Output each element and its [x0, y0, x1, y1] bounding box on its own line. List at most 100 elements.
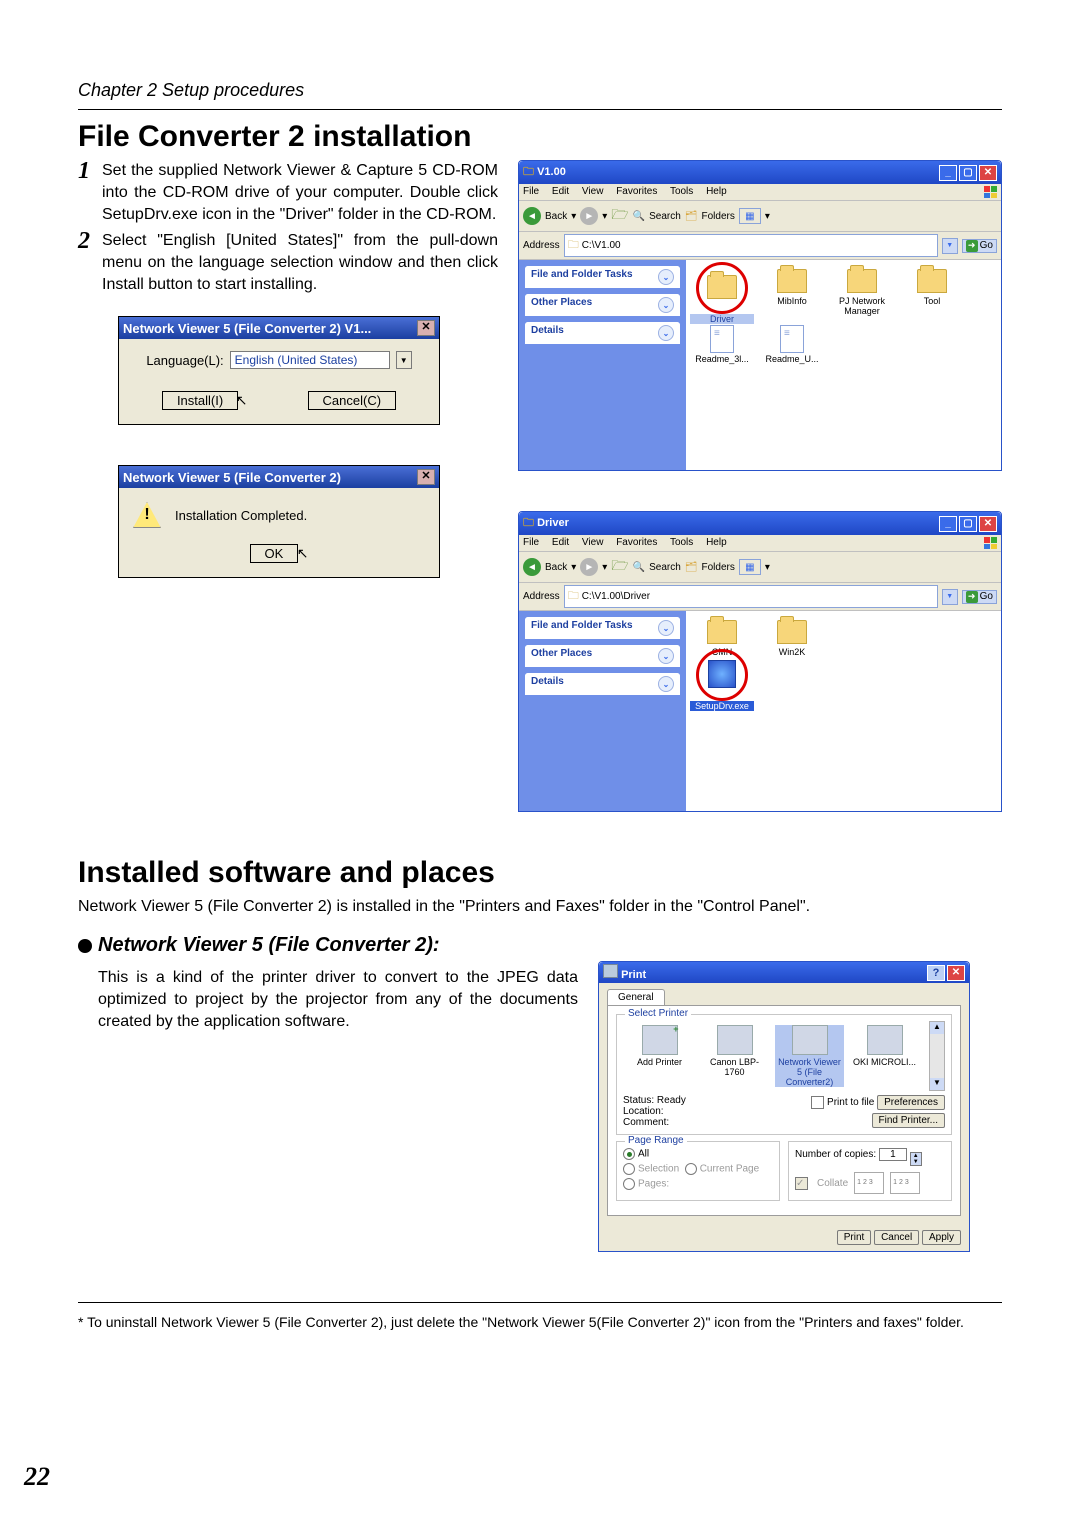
tab-general[interactable]: General: [607, 989, 665, 1005]
file-setupdrv[interactable]: SetupDrv.exe: [690, 655, 754, 711]
folder-driver[interactable]: Driver: [690, 268, 754, 324]
menu-file[interactable]: File: [523, 186, 539, 197]
menu-view[interactable]: View: [582, 186, 604, 197]
chevron-icon[interactable]: ⌄: [658, 620, 674, 636]
up-folder-icon[interactable]: 🗁: [611, 204, 628, 228]
side-panel-tasks[interactable]: File and Folder Tasks: [531, 620, 633, 636]
chevron-icon[interactable]: ⌄: [658, 648, 674, 664]
language-dialog-title: Network Viewer 5 (File Converter 2) V1..…: [123, 321, 371, 336]
chevron-down-icon[interactable]: ▼: [396, 351, 412, 369]
scroll-up-icon[interactable]: ▲: [930, 1022, 944, 1034]
print-button[interactable]: Print: [837, 1230, 872, 1245]
chevron-down-icon[interactable]: ▼: [942, 589, 958, 605]
folders-icon[interactable]: 🗂: [685, 211, 698, 222]
go-button[interactable]: ➜ Go: [962, 239, 997, 253]
side-panel-places[interactable]: Other Places: [531, 648, 592, 664]
address-field[interactable]: 🗀 C:\V1.00\Driver: [564, 585, 938, 608]
side-panel-places[interactable]: Other Places: [531, 297, 592, 313]
chevron-down-icon[interactable]: ▼: [942, 238, 958, 254]
close-icon[interactable]: ✕: [979, 165, 997, 181]
side-panel-tasks[interactable]: File and Folder Tasks: [531, 269, 633, 285]
search-icon[interactable]: 🔍: [633, 562, 645, 573]
back-label[interactable]: Back: [545, 211, 567, 222]
folders-label[interactable]: Folders: [702, 562, 735, 573]
printer-add[interactable]: Add Printer: [625, 1025, 694, 1087]
language-select[interactable]: English (United States): [230, 351, 390, 369]
chevron-icon[interactable]: ⌄: [658, 325, 674, 341]
chevron-icon[interactable]: ⌄: [658, 297, 674, 313]
file-label: SetupDrv.exe: [690, 701, 754, 711]
radio-pages: [623, 1178, 635, 1190]
side-panel-details[interactable]: Details: [531, 676, 564, 692]
address-label: Address: [523, 591, 560, 602]
search-label[interactable]: Search: [649, 562, 681, 573]
help-icon[interactable]: ?: [927, 965, 945, 981]
install-button[interactable]: Install(I): [162, 391, 238, 410]
copies-input[interactable]: 1: [879, 1148, 907, 1161]
address-field[interactable]: 🗀 C:\V1.00: [564, 234, 938, 257]
printer-canon[interactable]: Canon LBP-1760: [700, 1025, 769, 1087]
close-icon[interactable]: ✕: [417, 469, 435, 485]
find-printer-button[interactable]: Find Printer...: [872, 1113, 945, 1128]
scroll-down-icon[interactable]: ▼: [930, 1078, 944, 1090]
side-panel-details[interactable]: Details: [531, 325, 564, 341]
menu-favorites[interactable]: Favorites: [616, 186, 657, 197]
radio-all[interactable]: [623, 1148, 635, 1160]
views-icon[interactable]: ▦: [739, 559, 761, 575]
menu-tools[interactable]: Tools: [670, 537, 693, 548]
close-icon[interactable]: ✕: [417, 320, 435, 336]
menu-edit[interactable]: Edit: [552, 186, 569, 197]
forward-icon[interactable]: ►: [580, 207, 598, 225]
menu-favorites[interactable]: Favorites: [616, 537, 657, 548]
go-arrow-icon: ➜: [966, 240, 978, 252]
maximize-icon[interactable]: ▢: [959, 165, 977, 181]
search-label[interactable]: Search: [649, 211, 681, 222]
divider: [78, 1302, 1002, 1303]
close-icon[interactable]: ✕: [979, 516, 997, 532]
copies-stepper[interactable]: ▲▼: [910, 1152, 922, 1166]
folders-label[interactable]: Folders: [702, 211, 735, 222]
ok-button[interactable]: OK: [250, 544, 299, 563]
folder-mibinfo[interactable]: MibInfo: [760, 268, 824, 324]
collate-icon: [854, 1172, 884, 1194]
cancel-button[interactable]: Cancel(C): [308, 391, 397, 410]
file-readme2[interactable]: Readme_U...: [760, 326, 824, 364]
up-folder-icon[interactable]: 🗁: [611, 555, 628, 579]
apply-button[interactable]: Apply: [922, 1230, 961, 1245]
menu-help[interactable]: Help: [706, 537, 727, 548]
menu-tools[interactable]: Tools: [670, 186, 693, 197]
scrollbar[interactable]: ▲ ▼: [929, 1021, 945, 1091]
folder-pjnm[interactable]: PJ Network Manager: [830, 268, 894, 324]
folder-win2k[interactable]: Win2K: [760, 619, 824, 657]
minimize-icon[interactable]: _: [939, 165, 957, 181]
preferences-button[interactable]: Preferences: [877, 1095, 945, 1110]
menu-help[interactable]: Help: [706, 186, 727, 197]
views-icon[interactable]: ▦: [739, 208, 761, 224]
menu-view[interactable]: View: [582, 537, 604, 548]
file-readme1[interactable]: Readme_3l...: [690, 326, 754, 364]
folder-tool[interactable]: Tool: [900, 268, 964, 324]
go-button[interactable]: ➜ Go: [962, 590, 997, 604]
cancel-button[interactable]: Cancel: [874, 1230, 919, 1245]
step-2-text: Select "English [United States]" from th…: [102, 230, 498, 296]
back-label[interactable]: Back: [545, 562, 567, 573]
print-to-file-checkbox[interactable]: [811, 1096, 824, 1109]
chevron-icon[interactable]: ⌄: [658, 269, 674, 285]
menu-edit[interactable]: Edit: [552, 537, 569, 548]
printer-oki[interactable]: OKI MICROLI...: [850, 1025, 919, 1087]
back-icon[interactable]: ◄: [523, 558, 541, 576]
explorer-title: Driver: [537, 517, 569, 529]
search-icon[interactable]: 🔍: [633, 211, 645, 222]
close-icon[interactable]: ✕: [947, 965, 965, 981]
printer-nv5[interactable]: Network Viewer 5 (File Converter2): [775, 1025, 844, 1087]
back-icon[interactable]: ◄: [523, 207, 541, 225]
menu-file[interactable]: File: [523, 537, 539, 548]
maximize-icon[interactable]: ▢: [959, 516, 977, 532]
folder-icon: 🗀: [523, 166, 534, 178]
go-label: Go: [980, 240, 993, 251]
folders-icon[interactable]: 🗂: [685, 562, 698, 573]
forward-icon[interactable]: ►: [580, 558, 598, 576]
explorer-title: V1.00: [537, 166, 566, 178]
chevron-icon[interactable]: ⌄: [658, 676, 674, 692]
minimize-icon[interactable]: _: [939, 516, 957, 532]
